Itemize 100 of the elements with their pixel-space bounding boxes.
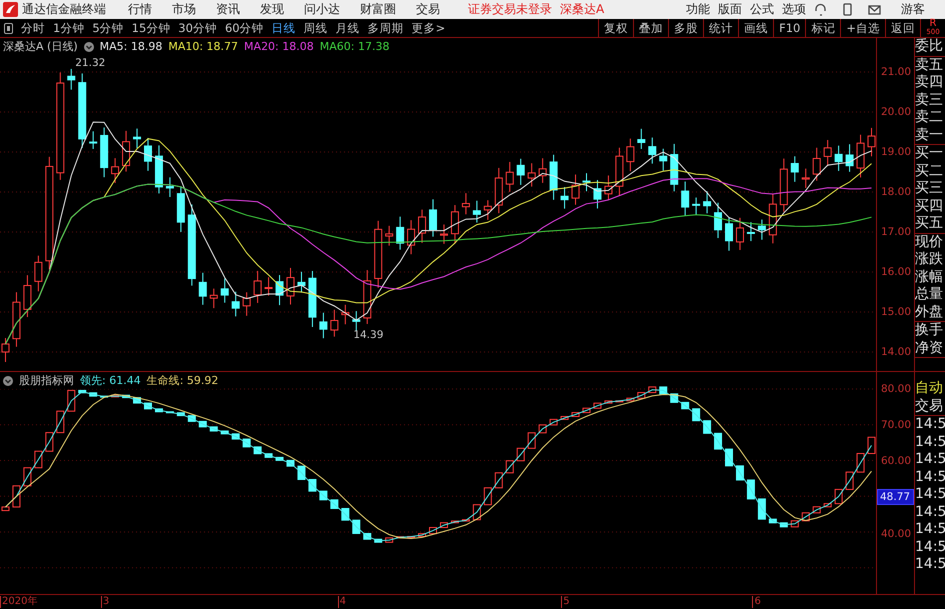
- indicator-title: 股朋指标网: [19, 373, 74, 388]
- candle: [450, 204, 459, 244]
- candle: [242, 292, 251, 316]
- indicator-bar: [176, 412, 185, 416]
- trade-time: 14:5: [915, 486, 945, 504]
- trade-time: 14:5: [915, 416, 945, 434]
- candle: [144, 137, 152, 172]
- indicator-bar: [472, 504, 481, 520]
- candle: [681, 181, 690, 216]
- toolbar-button[interactable]: 多股: [668, 19, 704, 37]
- toolbar-button[interactable]: 叠加: [633, 19, 668, 37]
- quote-label: 涨幅: [915, 268, 944, 286]
- menu-item[interactable]: 市场: [172, 1, 196, 18]
- menu-item[interactable]: 交易: [416, 1, 440, 18]
- candle: [232, 291, 240, 317]
- date-label: 6: [752, 596, 761, 608]
- menu-item[interactable]: 问小达: [304, 1, 340, 18]
- mail-icon[interactable]: [868, 3, 881, 16]
- indicator-bar: [582, 408, 590, 414]
- candle: [363, 270, 372, 324]
- indicator-bar: [615, 400, 624, 402]
- mode-label[interactable]: 自动: [915, 380, 945, 398]
- quote-label: 卖五: [915, 56, 944, 74]
- candle: [824, 140, 832, 167]
- quote-label: 涨跌: [915, 251, 944, 268]
- indicator-bar: [714, 432, 722, 450]
- candle: [34, 255, 42, 292]
- candle: [407, 220, 416, 255]
- menu-item[interactable]: 功能: [686, 1, 710, 18]
- toolbar-button[interactable]: 统计: [703, 19, 738, 37]
- indicator-bar: [494, 472, 503, 488]
- candle: [254, 270, 262, 304]
- headset-icon[interactable]: [814, 3, 827, 16]
- period-tab[interactable]: 日线: [268, 19, 300, 37]
- period-tab[interactable]: 更多>: [408, 19, 450, 37]
- period-tab[interactable]: 月线: [332, 19, 364, 37]
- panel-toggle-icon[interactable]: [4, 23, 13, 34]
- toolbar-button[interactable]: F10: [773, 19, 806, 37]
- indicator-bar: [846, 472, 854, 490]
- axis-label: 18.00: [880, 185, 912, 199]
- candle: [341, 304, 350, 325]
- indicator-bar: [56, 410, 64, 434]
- date-label: 3: [100, 596, 110, 608]
- candle: [472, 200, 481, 224]
- candle: [604, 174, 612, 200]
- menu-item[interactable]: 发现: [260, 1, 284, 18]
- period-tab[interactable]: 15分钟: [128, 19, 174, 37]
- menu-item[interactable]: 资讯: [216, 1, 240, 18]
- period-tab[interactable]: 多周期: [364, 19, 408, 37]
- period-tab[interactable]: 30分钟: [174, 19, 221, 37]
- menu-item[interactable]: 公式: [750, 1, 774, 18]
- candle: [264, 276, 273, 296]
- menu-item[interactable]: 财富圈: [360, 1, 396, 18]
- trade-time: 14:5: [915, 521, 945, 538]
- period-tab[interactable]: 1分钟: [49, 19, 88, 37]
- period-tab[interactable]: 5分钟: [88, 19, 128, 37]
- toolbar-button[interactable]: +自选: [840, 19, 885, 37]
- candle: [834, 145, 843, 172]
- candle: [528, 162, 536, 188]
- indicator-bar: [725, 448, 733, 466]
- indicator-bar: [856, 453, 865, 473]
- menu-item[interactable]: 版面: [718, 1, 742, 18]
- phone-icon[interactable]: [841, 3, 854, 16]
- indicator-bar: [550, 418, 558, 426]
- quote-label: 现价: [915, 234, 944, 251]
- indicator-bar: [198, 420, 207, 428]
- period-tab[interactable]: 60分钟: [220, 19, 268, 37]
- period-tab[interactable]: 分时: [17, 19, 49, 37]
- menu-item[interactable]: 选项: [782, 1, 806, 18]
- candle: [615, 147, 624, 196]
- indicator-bar: [593, 402, 602, 409]
- candle: [352, 310, 360, 332]
- current-value-label: 48.77: [877, 489, 914, 506]
- indicator-bar: [122, 394, 130, 398]
- toolbar-button[interactable]: 标记: [805, 19, 840, 37]
- chevron-down-icon[interactable]: [3, 376, 13, 386]
- quote-label: 买二: [915, 162, 944, 180]
- user-label[interactable]: 游客: [901, 1, 925, 18]
- indicator-value: MA20: 18.08: [244, 40, 314, 53]
- menu-item[interactable]: 行情: [128, 1, 152, 18]
- candle: [12, 292, 20, 348]
- toolbar-button[interactable]: 画线: [738, 19, 774, 37]
- indicator-bar: [560, 416, 569, 420]
- date-label: 4: [338, 596, 346, 608]
- indicator-bar: [144, 402, 152, 410]
- trade-time: 14:5: [915, 504, 945, 521]
- indicator-bar: [418, 533, 426, 537]
- candle: [166, 176, 174, 198]
- candle: [812, 147, 821, 182]
- candle: [868, 127, 876, 157]
- indicator-bar: [407, 536, 416, 538]
- candle: [210, 288, 218, 309]
- quote-label: 买四: [915, 198, 944, 215]
- period-tab[interactable]: 周线: [300, 19, 332, 37]
- toolbar-button[interactable]: 复权: [598, 19, 634, 37]
- chevron-down-icon[interactable]: [84, 42, 94, 52]
- axis-label: 17.00: [880, 225, 912, 239]
- candle: [593, 180, 602, 209]
- candle: [725, 217, 733, 252]
- toolbar-button[interactable]: 返回: [885, 19, 920, 37]
